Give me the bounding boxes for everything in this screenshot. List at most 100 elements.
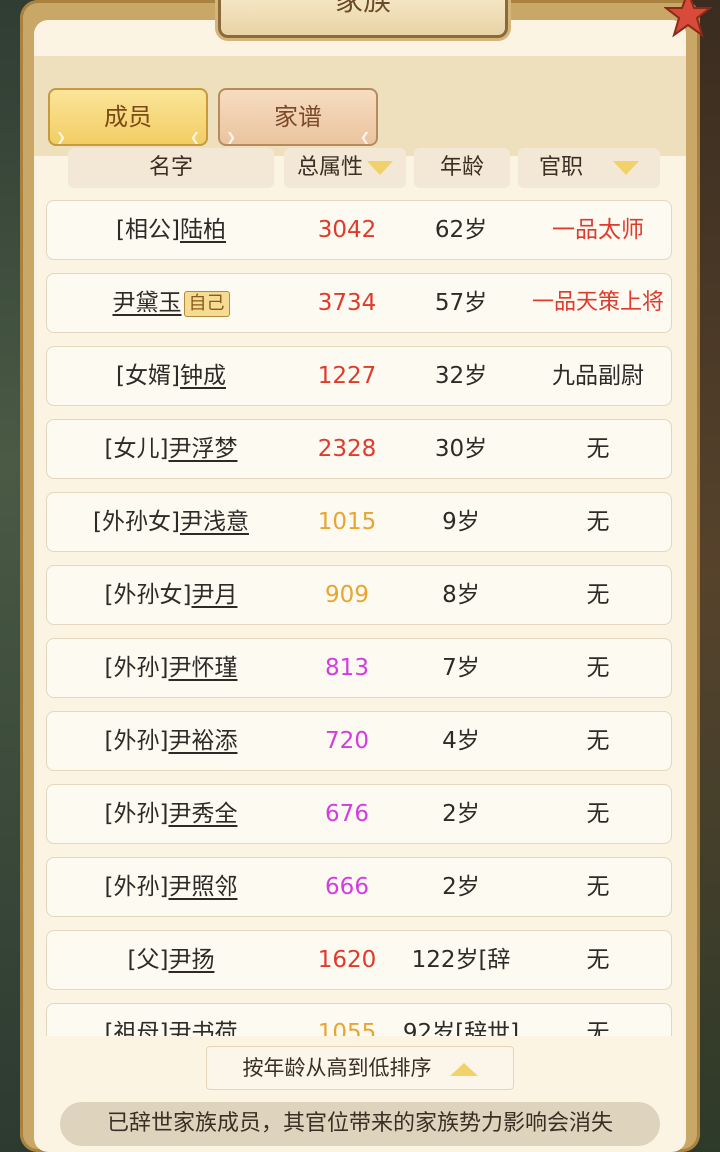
member-attr: 1227 [317,363,377,389]
column-header-name-label: 名字 [148,155,193,180]
member-name-link[interactable]: 尹书荷 [168,1020,237,1036]
member-name-cell: [父]尹扬 [47,931,295,989]
member-relation: [外孙] [104,655,169,681]
column-header-attr[interactable]: 总属性 [284,148,406,188]
member-attr: 1015 [317,509,377,535]
member-attr: 909 [325,582,369,608]
member-age: 8岁 [442,582,480,608]
tab-family-tree-label: 家谱 [274,103,322,131]
member-row[interactable]: [外孙]尹照邻 666 2岁 无 [46,857,672,917]
member-age: 92岁[辞世] [402,1020,520,1036]
member-name-cell: [女婿]钟成 [47,347,295,405]
tab-left-arrow-icon: ❯ [56,130,67,144]
member-name-link[interactable]: 尹扬 [168,947,214,973]
deceased-notice-text: 已辞世家族成员，其官位带来的家族势力影响会消失 [106,1111,613,1136]
member-age: 9岁 [442,509,480,535]
tab-members-label: 成员 [104,103,152,131]
column-header-name: 名字 [68,148,274,188]
member-title: 一品太师 [552,217,644,243]
sort-label: 按年龄从高到低排序 [242,1056,432,1080]
member-row[interactable]: [相公]陆柏 3042 62岁 一品太师 [46,200,672,260]
column-header-attr-label: 总属性 [296,155,363,180]
member-title: 一品天策上将 [531,290,664,315]
member-age: 32岁 [434,363,488,389]
tab-family-tree[interactable]: ❯ 家谱 ❮ [218,88,378,146]
member-title: 无 [586,947,610,973]
column-header-age[interactable]: 年龄 [414,148,510,188]
member-list[interactable]: [相公]陆柏 3042 62岁 一品太师 尹黛玉 自己 3734 57岁 一品天策上将 [女婿]钟… [46,200,672,1036]
member-attr: 666 [325,874,369,900]
member-name-cell: [祖母]尹书荷 [47,1004,295,1036]
member-name-link[interactable]: 尹怀瑾 [168,655,237,681]
member-age: 62岁 [434,217,488,243]
member-name-link[interactable]: 尹照邻 [168,874,237,900]
member-relation: [父] [127,947,169,973]
self-badge: 自己 [183,290,230,317]
member-title: 九品副尉 [552,363,644,389]
member-name-cell: [外孙]尹怀瑾 [47,639,295,697]
member-name-cell: [女儿]尹浮梦 [47,420,295,478]
member-attr: 3734 [317,290,377,316]
member-title: 无 [586,801,610,827]
member-name-cell: [外孙女]尹浅意 [47,493,295,551]
member-title: 无 [586,582,610,608]
member-name-link[interactable]: 钟成 [180,363,226,389]
member-relation: [外孙女] [93,509,180,535]
member-title: 无 [586,728,610,754]
member-age: 4岁 [442,728,480,754]
member-name-cell: [外孙]尹秀全 [47,785,295,843]
tab-members[interactable]: ❯ 成员 ❮ [48,88,208,146]
member-name-link[interactable]: 尹黛玉 [113,290,182,316]
member-attr: 3042 [317,217,377,243]
member-row[interactable]: [女儿]尹浮梦 2328 30岁 无 [46,419,672,479]
member-name-link[interactable]: 尹秀全 [168,801,237,827]
sort-dropdown[interactable]: 按年龄从高到低排序 [206,1046,514,1090]
member-name-link[interactable]: 尹浅意 [180,509,249,535]
member-attr: 1055 [317,1020,377,1036]
member-row[interactable]: [祖母]尹书荷 1055 92岁[辞世] 无 [46,1003,672,1036]
member-title: 无 [586,509,610,535]
member-relation: [外孙] [104,728,169,754]
window-title-plate: 家族 [218,0,508,38]
member-row[interactable]: [外孙]尹怀瑾 813 7岁 无 [46,638,672,698]
star-icon [664,0,712,38]
member-attr: 813 [325,655,369,681]
member-row[interactable]: [外孙]尹秀全 676 2岁 无 [46,784,672,844]
member-age: 2岁 [442,801,480,827]
member-row[interactable]: [女婿]钟成 1227 32岁 九品副尉 [46,346,672,406]
member-row[interactable]: [外孙女]尹月 909 8岁 无 [46,565,672,625]
member-attr: 720 [325,728,369,754]
member-attr: 2328 [317,436,377,462]
member-relation: [外孙女] [104,582,192,608]
member-relation: [外孙] [104,801,169,827]
column-header-title-label: 官职 [538,155,583,180]
member-age: 122岁[辞世] [411,947,511,1031]
member-name-cell: [外孙]尹裕添 [47,712,295,770]
member-row[interactable]: 尹黛玉 自己 3734 57岁 一品天策上将 [46,273,672,333]
member-name-link[interactable]: 尹月 [191,582,237,608]
sort-down-icon [367,161,393,175]
filter-down-icon [613,161,639,175]
member-row[interactable]: [父]尹扬 1620 122岁[辞世] 无 [46,930,672,1031]
member-attr: 1620 [317,947,377,973]
member-attr: 676 [325,801,369,827]
member-name-link[interactable]: 尹浮梦 [168,436,237,462]
column-header-age-label: 年龄 [439,155,484,180]
member-title: 无 [586,1020,610,1036]
member-relation: [女儿] [104,436,169,462]
member-age: 2岁 [442,874,480,900]
member-relation: [外孙] [104,874,169,900]
member-title: 无 [586,436,610,462]
member-name-cell: [外孙]尹照邻 [47,858,295,916]
window-title: 家族 [334,0,391,17]
member-name-cell: [相公]陆柏 [47,201,295,259]
member-name-cell: [外孙女]尹月 [47,566,295,624]
member-row[interactable]: [外孙]尹裕添 720 4岁 无 [46,711,672,771]
member-row[interactable]: [外孙女]尹浅意 1015 9岁 无 [46,492,672,552]
member-name-link[interactable]: 陆柏 [180,217,226,243]
column-header-title[interactable]: 官职 [518,148,660,188]
member-relation: [祖母] [104,1020,169,1036]
member-name-link[interactable]: 尹裕添 [168,728,237,754]
deceased-notice: 已辞世家族成员，其官位带来的家族势力影响会消失 [60,1102,660,1146]
member-title: 无 [586,655,610,681]
